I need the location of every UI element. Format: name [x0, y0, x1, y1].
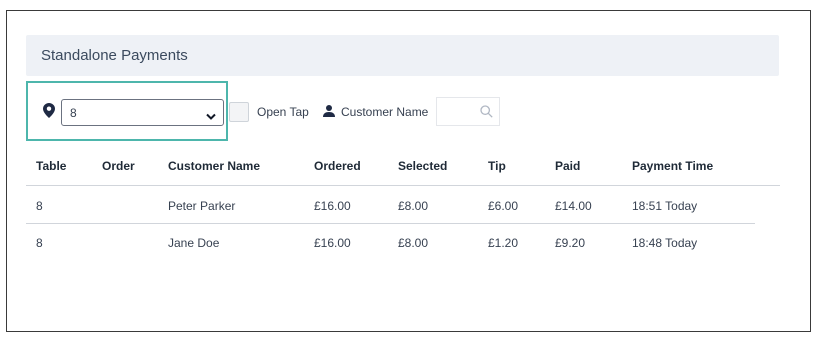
- cell-tip: £1.20: [488, 236, 519, 250]
- customer-search-input[interactable]: [436, 97, 500, 126]
- chevron-down-icon: [206, 108, 216, 120]
- cell-payment-time: 18:48 Today: [632, 236, 698, 250]
- column-header-payment-time[interactable]: Payment Time: [632, 159, 713, 173]
- cell-selected: £8.00: [398, 199, 429, 213]
- cell-ordered: £16.00: [314, 236, 351, 250]
- customer-name-label: Customer Name: [341, 105, 429, 119]
- person-icon: [322, 104, 336, 118]
- search-icon[interactable]: [480, 105, 493, 118]
- cell-paid: £14.00: [555, 199, 592, 213]
- panel-header: Standalone Payments: [26, 35, 779, 76]
- cell-paid: £9.20: [555, 236, 586, 250]
- location-pin-icon: [43, 103, 55, 118]
- table-header-divider: [26, 185, 780, 186]
- cell-payment-time: 18:51 Today: [632, 199, 698, 213]
- column-header-order[interactable]: Order: [102, 159, 135, 173]
- column-header-tip[interactable]: Tip: [488, 159, 506, 173]
- row-divider: [26, 223, 755, 224]
- open-tap-checkbox[interactable]: [229, 102, 249, 122]
- column-header-paid[interactable]: Paid: [555, 159, 580, 173]
- cell-ordered: £16.00: [314, 199, 351, 213]
- panel-title: Standalone Payments: [41, 47, 188, 64]
- location-select-value: 8: [70, 106, 77, 120]
- column-header-ordered[interactable]: Ordered: [314, 159, 361, 173]
- column-header-customer-name[interactable]: Customer Name: [168, 159, 260, 173]
- cell-customer-name: Peter Parker: [168, 199, 236, 213]
- location-select[interactable]: 8: [61, 99, 224, 126]
- column-header-selected[interactable]: Selected: [398, 159, 447, 173]
- cell-customer-name: Jane Doe: [168, 236, 220, 250]
- column-header-table[interactable]: Table: [36, 159, 66, 173]
- cell-tip: £6.00: [488, 199, 519, 213]
- cell-table: 8: [36, 199, 43, 213]
- cell-selected: £8.00: [398, 236, 429, 250]
- cell-table: 8: [36, 236, 43, 250]
- open-tap-label: Open Tap: [257, 105, 309, 119]
